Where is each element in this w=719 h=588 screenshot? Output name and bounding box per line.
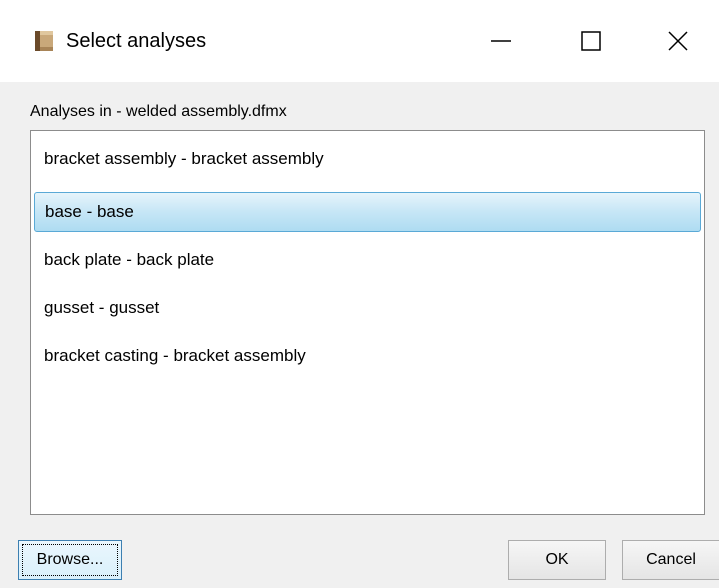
list-item[interactable]: bracket casting - bracket assembly (34, 336, 701, 376)
close-icon (667, 31, 688, 51)
ok-button-label: OK (545, 551, 569, 568)
list-item[interactable]: gusset - gusset (34, 288, 701, 328)
analyses-label: Analyses in - welded assembly.dfmx (30, 103, 287, 120)
browse-button-label: Browse... (36, 551, 104, 568)
browse-button[interactable]: Browse... (18, 540, 122, 580)
cancel-button[interactable]: Cancel (622, 540, 719, 580)
minimize-button[interactable] (456, 0, 546, 82)
window-title: Select analyses (66, 30, 207, 52)
select-analyses-dialog: Select analyses Analyses in - welded ass… (0, 0, 719, 588)
list-item[interactable]: back plate - back plate (34, 240, 701, 280)
maximize-icon (581, 31, 601, 51)
ok-button[interactable]: OK (508, 540, 606, 580)
maximize-button[interactable] (546, 0, 636, 82)
list-item[interactable]: bracket assembly - bracket assembly (34, 139, 701, 179)
minimize-icon (490, 30, 512, 52)
analyses-list[interactable]: bracket assembly - bracket assembly base… (30, 130, 705, 515)
cancel-button-label: Cancel (646, 551, 696, 568)
close-button[interactable] (636, 0, 719, 82)
title-bar: Select analyses (0, 0, 719, 82)
app-icon (34, 30, 54, 52)
list-item-selected[interactable]: base - base (34, 192, 701, 232)
